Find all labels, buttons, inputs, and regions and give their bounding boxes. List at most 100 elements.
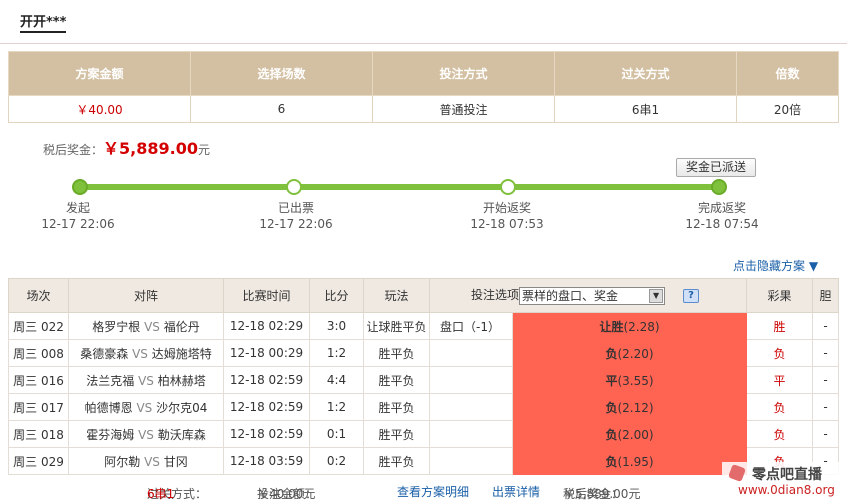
- options-label: 投注选项: [471, 288, 520, 303]
- score: 0:1: [309, 420, 364, 448]
- match-no: 周三 008: [8, 339, 69, 367]
- away-team: 勒沃库森: [157, 427, 206, 442]
- bet-detail-table: 场次 对阵 比赛时间 比分 玩法 投注选项 票样的盘口、奖金 ▼? 彩果 胆 周三 …: [8, 278, 840, 475]
- bets-header-row: 场次 对阵 比赛时间 比分 玩法 投注选项 票样的盘口、奖金 ▼? 彩果 胆: [8, 278, 840, 313]
- ticket-detail-link[interactable]: 出票详情: [492, 485, 540, 499]
- away-team: 达姆施塔特: [151, 346, 212, 361]
- bet-option: 负(2.20): [511, 339, 748, 367]
- progress-step: 开始返奖 12-18 07:53: [452, 200, 562, 232]
- away-team: 沙尔克04: [156, 400, 208, 415]
- score: 1:2: [309, 339, 364, 367]
- match-time: 12-18 00:29: [223, 339, 310, 367]
- select-value: 票样的盘口、奖金: [522, 288, 619, 303]
- progress-node-payout-start: [500, 179, 516, 195]
- step-time: 12-17 22:06: [41, 217, 115, 231]
- summary-header: 倍数: [736, 51, 839, 96]
- step-time: 12-17 22:06: [259, 217, 333, 231]
- view-plan-detail-link[interactable]: 查看方案明细: [397, 485, 469, 499]
- site-watermark: 零点吧直播 www.0dian8.org: [722, 462, 847, 500]
- result: 负: [746, 393, 814, 421]
- col-header-options: 投注选项 票样的盘口、奖金 ▼?: [428, 278, 748, 313]
- score: 4:4: [309, 366, 364, 394]
- summary-value-row: ￥40.00 6 普通投注 6串1 20倍: [8, 95, 839, 123]
- footer-ticket[interactable]: 出票详情: [492, 483, 540, 500]
- odds: (2.28): [623, 319, 660, 334]
- help-icon[interactable]: ?: [683, 288, 700, 303]
- match-no: 周三 022: [8, 312, 69, 340]
- banker: -: [812, 366, 840, 394]
- prize-dispatched-button[interactable]: 奖金已派送: [676, 158, 756, 177]
- pick: 平: [605, 373, 618, 388]
- pick: 让胜: [599, 319, 624, 334]
- teams: 格罗宁根 VS 福伦丹: [68, 312, 224, 340]
- home-team: 桑德豪森: [80, 346, 129, 361]
- handicap: [429, 366, 513, 394]
- score: 1:2: [309, 393, 364, 421]
- col-header-result: 彩果: [746, 278, 814, 313]
- result: 平: [746, 366, 814, 394]
- home-team: 法兰克福: [86, 373, 135, 388]
- away-team: 柏林赫塔: [157, 373, 206, 388]
- match-no: 周三 016: [8, 366, 69, 394]
- handicap: 盘口（-1）: [429, 312, 513, 340]
- banker: -: [812, 312, 840, 340]
- hide-plan-link[interactable]: 点击隐藏方案 ▼: [733, 257, 818, 274]
- bet-row: 周三 016 法兰克福 VS 柏林赫塔 12-18 02:59 4:4 胜平负 …: [8, 366, 840, 394]
- odds: (2.12): [617, 400, 654, 415]
- footer-detail[interactable]: 查看方案明细: [397, 483, 469, 500]
- watermark-url: www.0dian8.org: [738, 483, 835, 497]
- bet-option: 让胜(2.28): [511, 312, 748, 340]
- bet-option: 负(2.00): [511, 420, 748, 448]
- summary-footer: 过关方式： 6串1 投注金额： ￥40.00元 查看方案明细 出票详情 税后奖金： ￥…: [0, 481, 847, 501]
- progress-node-payout-done: [711, 179, 727, 195]
- odds-display-select[interactable]: 票样的盘口、奖金 ▼: [519, 286, 666, 305]
- match-time: 12-18 03:59: [223, 447, 310, 475]
- home-team: 阿尔勒: [104, 454, 141, 469]
- pick: 负: [605, 346, 618, 361]
- handicap: [429, 420, 513, 448]
- vs-label: VS: [144, 454, 160, 469]
- prize-amount: ￥5,889.00: [103, 139, 198, 158]
- vs-label: VS: [132, 346, 148, 361]
- bet-row: 周三 029 阿尔勒 VS 甘冈 12-18 03:59 0:2 胜平负 负(1…: [8, 447, 840, 475]
- vs-label: VS: [136, 400, 153, 415]
- match-time: 12-18 02:59: [223, 420, 310, 448]
- step-time: 12-18 07:53: [470, 217, 544, 231]
- teams: 霍芬海姆 VS 勒沃库森: [68, 420, 224, 448]
- step-time: 12-18 07:54: [685, 217, 759, 231]
- away-team: 福伦丹: [163, 319, 200, 334]
- progress-step: 已出票 12-17 22:06: [241, 200, 351, 232]
- handicap: [429, 339, 513, 367]
- home-team: 霍芬海姆: [86, 427, 135, 442]
- play-type: 胜平负: [363, 366, 430, 394]
- play-type: 胜平负: [363, 339, 430, 367]
- match-no: 周三 029: [8, 447, 69, 475]
- summary-header: 投注方式: [372, 51, 555, 96]
- result: 负: [746, 339, 814, 367]
- bet-row: 周三 017 帕德博恩 VS 沙尔克04 12-18 02:59 1:2 胜平负…: [8, 393, 840, 421]
- footer-prize-value: ￥5,889.00元: [563, 487, 641, 501]
- progress-node-start: [72, 179, 88, 195]
- prize-label: 税后奖金：: [43, 143, 104, 157]
- handicap: [429, 447, 513, 475]
- home-team: 格罗宁根: [92, 319, 141, 334]
- match-time: 12-18 02:59: [223, 393, 310, 421]
- result: 负: [746, 420, 814, 448]
- vs-label: VS: [144, 319, 160, 334]
- after-tax-prize: 税后奖金：￥5,889.00元: [43, 135, 210, 159]
- match-no: 周三 018: [8, 420, 69, 448]
- odds: (2.20): [617, 346, 654, 361]
- bet-option: 负(2.12): [511, 393, 748, 421]
- match-time: 12-18 02:29: [223, 312, 310, 340]
- pick: 负: [605, 400, 618, 415]
- teams: 法兰克福 VS 柏林赫塔: [68, 366, 224, 394]
- match-no: 周三 017: [8, 393, 69, 421]
- chevron-down-icon: ▼: [649, 288, 664, 303]
- pick: 负: [605, 454, 618, 469]
- multiplier: 20倍: [736, 95, 839, 123]
- summary-header: 选择场数: [190, 51, 373, 96]
- bet-row: 周三 022 格罗宁根 VS 福伦丹 12-18 02:29 3:0 让球胜平负…: [8, 312, 840, 340]
- footer-pass-value: 6串1: [147, 487, 175, 501]
- col-header-match: 场次: [8, 278, 69, 313]
- progress-step: 发起 12-17 22:06: [23, 200, 133, 232]
